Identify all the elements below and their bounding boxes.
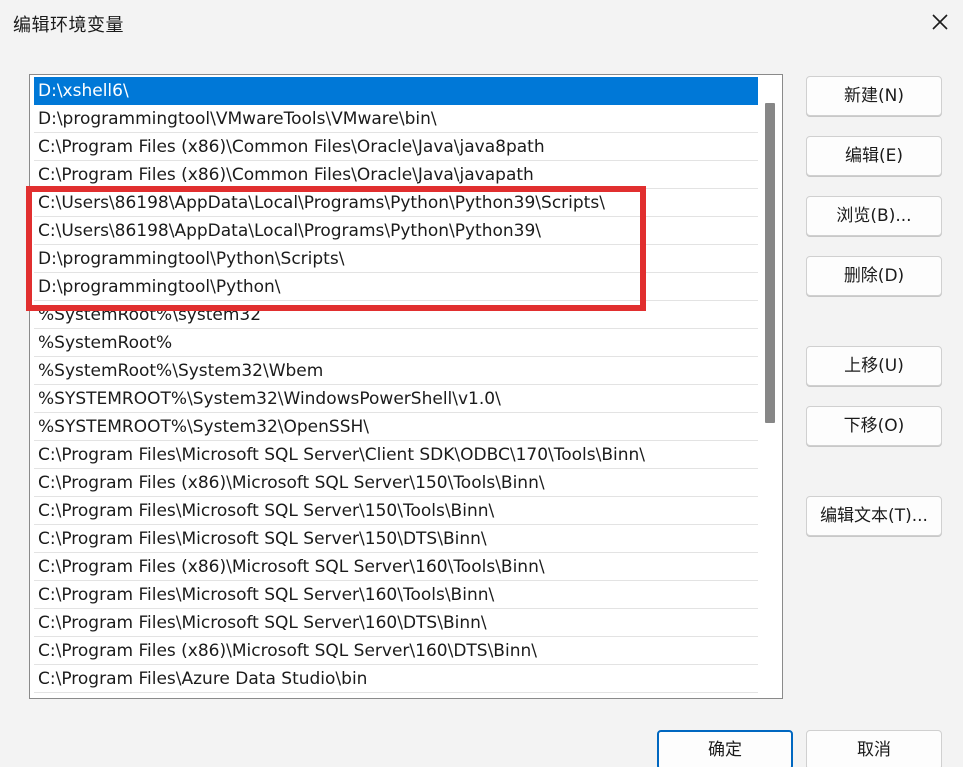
dialog-title: 编辑环境变量 xyxy=(13,15,124,36)
path-list-item[interactable]: D:\programmingtool\VMwareTools\VMware\bi… xyxy=(34,105,758,133)
path-list-item[interactable]: %SystemRoot%\system32 xyxy=(34,301,758,329)
path-list-items: D:\xshell6\ D:\programmingtool\VMwareTool… xyxy=(34,77,758,693)
path-list-item[interactable]: C:\Program Files\Microsoft SQL Server\16… xyxy=(34,581,758,609)
path-list-item[interactable]: D:\programmingtool\Python\Scripts\ xyxy=(34,245,758,273)
scrollbar-thumb[interactable] xyxy=(765,103,775,423)
path-list-item[interactable]: C:\Program Files\Microsoft SQL Server\16… xyxy=(34,609,758,637)
close-icon xyxy=(932,14,948,30)
cancel-button[interactable]: 取消 xyxy=(806,730,942,767)
delete-button[interactable]: 删除(D) xyxy=(806,256,942,296)
path-list-item[interactable]: C:\Program Files (x86)\Microsoft SQL Ser… xyxy=(34,469,758,497)
browse-button[interactable]: 浏览(B)... xyxy=(806,196,942,236)
path-list-item[interactable]: %SystemRoot% xyxy=(34,329,758,357)
path-list-item[interactable]: C:\Program Files\Microsoft SQL Server\15… xyxy=(34,497,758,525)
move-up-button[interactable]: 上移(U) xyxy=(806,346,942,386)
path-list-item[interactable]: C:\Users\86198\AppData\Local\Programs\Py… xyxy=(34,189,758,217)
edit-text-button[interactable]: 编辑文本(T)... xyxy=(806,496,942,536)
path-list-item[interactable]: C:\Program Files (x86)\Microsoft SQL Ser… xyxy=(34,553,758,581)
edit-env-variable-dialog: 编辑环境变量 D:\xshell6\ D:\programmingtool\VMw… xyxy=(0,0,963,767)
scrollbar[interactable] xyxy=(758,75,782,698)
close-button[interactable] xyxy=(917,0,963,44)
path-list-item[interactable]: D:\programmingtool\Python\ xyxy=(34,273,758,301)
path-list-item[interactable]: C:\Users\86198\AppData\Local\Programs\Py… xyxy=(34,217,758,245)
path-list-item[interactable]: %SYSTEMROOT%\System32\WindowsPowerShell\… xyxy=(34,385,758,413)
path-list-item[interactable]: C:\Program Files\Azure Data Studio\bin xyxy=(34,665,758,693)
new-button[interactable]: 新建(N) xyxy=(806,76,942,116)
path-list[interactable]: D:\xshell6\ D:\programmingtool\VMwareTool… xyxy=(29,74,783,699)
path-list-item[interactable]: %SYSTEMROOT%\System32\OpenSSH\ xyxy=(34,413,758,441)
edit-button[interactable]: 编辑(E) xyxy=(806,136,942,176)
path-list-item[interactable]: C:\Program Files (x86)\Microsoft SQL Ser… xyxy=(34,637,758,665)
ok-button[interactable]: 确定 xyxy=(657,730,793,767)
move-down-button[interactable]: 下移(O) xyxy=(806,406,942,446)
path-list-item[interactable]: C:\Program Files (x86)\Common Files\Orac… xyxy=(34,161,758,189)
title-bar: 编辑环境变量 xyxy=(0,0,963,44)
path-list-item[interactable]: C:\Program Files\Microsoft SQL Server\Cl… xyxy=(34,441,758,469)
path-list-item[interactable]: D:\xshell6\ xyxy=(34,77,758,105)
path-list-item[interactable]: C:\Program Files (x86)\Common Files\Orac… xyxy=(34,133,758,161)
path-list-item[interactable]: %SystemRoot%\System32\Wbem xyxy=(34,357,758,385)
path-list-item[interactable]: C:\Program Files\Microsoft SQL Server\15… xyxy=(34,525,758,553)
